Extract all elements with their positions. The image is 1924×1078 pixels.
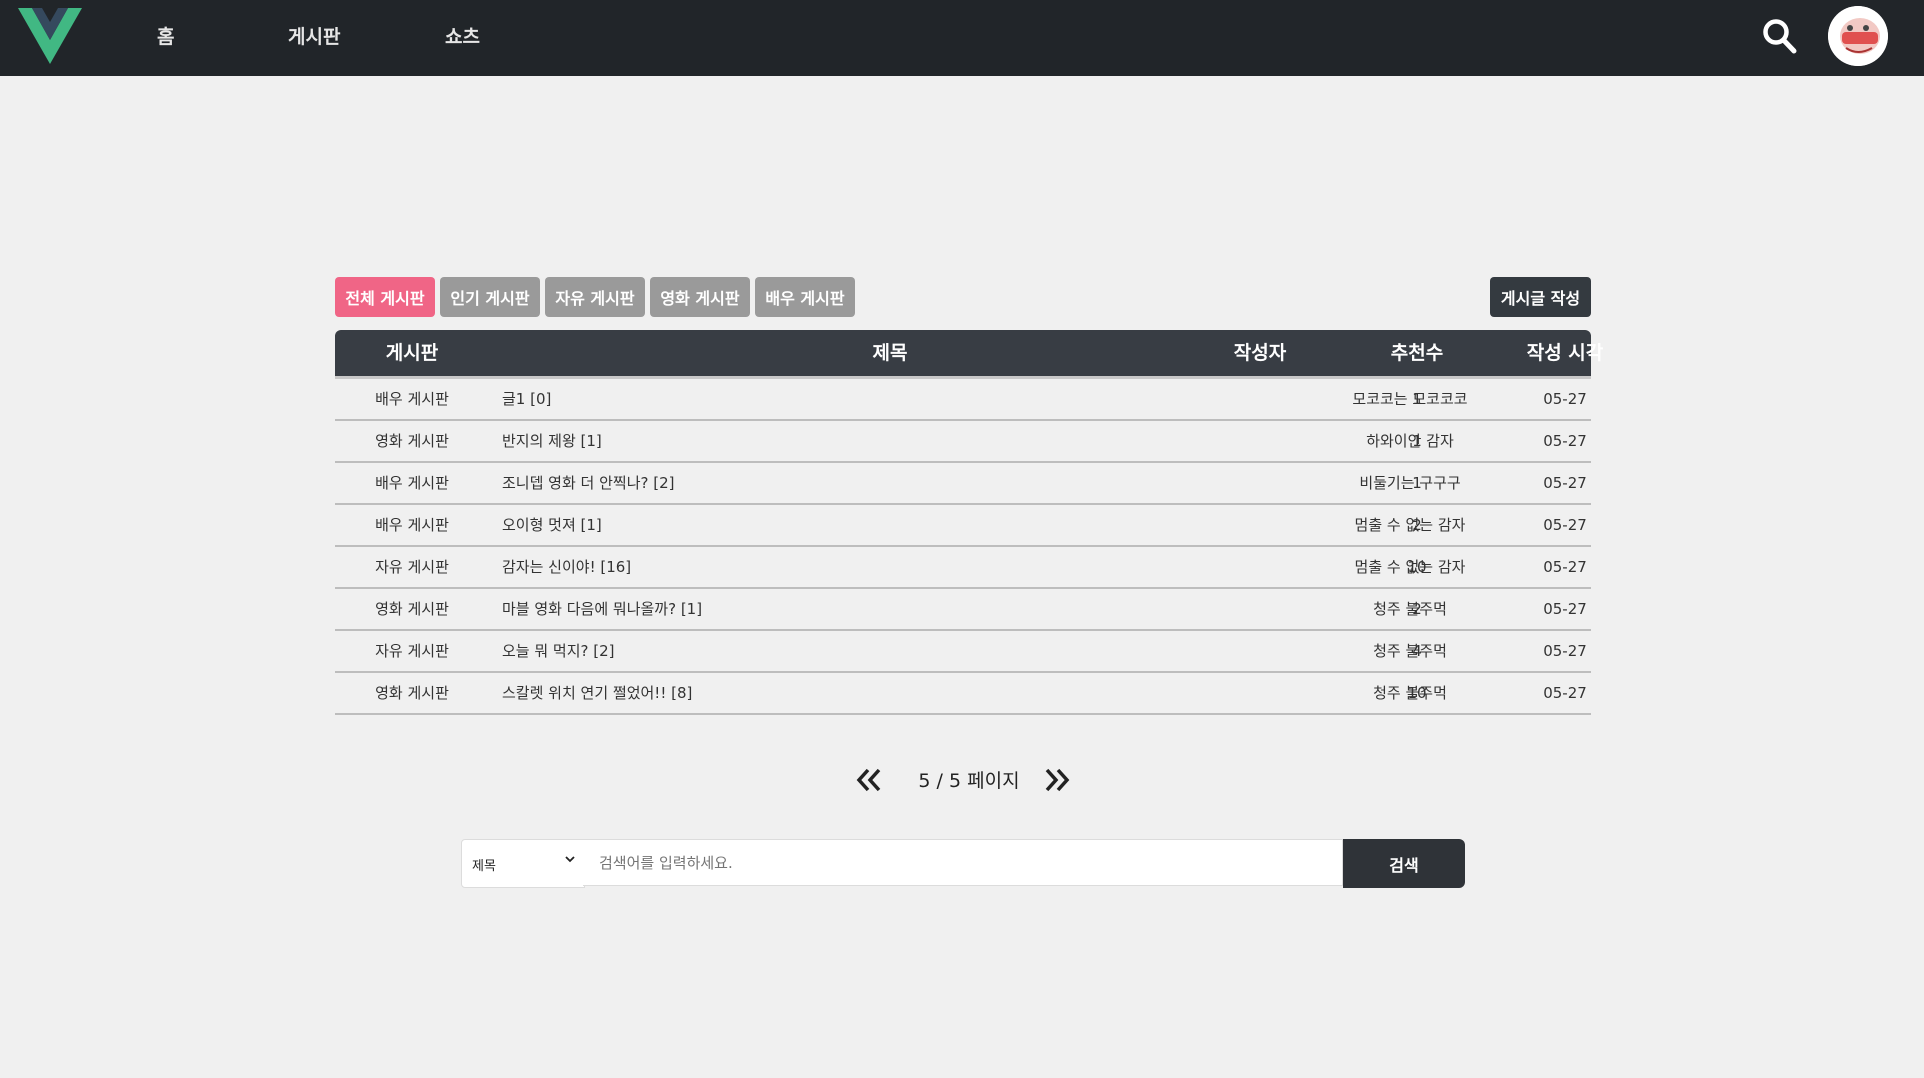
top-navbar: 홈 게시판 쇼츠 (0, 0, 1924, 76)
cell-title[interactable]: 스칼렛 위치 연기 쩔었어!! [8] (502, 673, 1102, 713)
cell-board: 배우 게시판 (375, 390, 449, 408)
cell-board: 자유 게시판 (375, 558, 449, 576)
cell-title[interactable]: 반지의 제왕 [1] (502, 421, 1102, 461)
tab-movie-board[interactable]: 영화 게시판 (650, 277, 750, 317)
table-row[interactable]: 영화 게시판 반지의 제왕 [1] 하와이안 감자 1 05-27 (335, 421, 1591, 463)
double-chevron-left-icon[interactable] (854, 766, 884, 794)
search-field-selected: 제목 (472, 859, 496, 874)
search-input[interactable] (583, 839, 1343, 886)
cell-time: 05-27 (1543, 642, 1587, 660)
cell-likes: 2 (1412, 516, 1422, 534)
cell-likes: 1 (1412, 432, 1422, 450)
cell-title[interactable]: 글1 [0] (502, 379, 1102, 419)
cell-board: 배우 게시판 (375, 516, 449, 534)
cell-board: 영화 게시판 (375, 432, 449, 450)
pagination: 5 / 5 페이지 (850, 760, 1080, 800)
table-body: 배우 게시판 글1 [0] 모코코는 모코코코 1 05-27 영화 게시판 반지의 제왕 … (335, 379, 1591, 715)
cell-likes: 2 (1412, 600, 1422, 618)
cell-time: 05-27 (1543, 390, 1587, 408)
cell-time: 05-27 (1543, 474, 1587, 492)
cell-title[interactable]: 마블 영화 다음에 뭐나올까? [1] (502, 589, 1102, 629)
tab-free-board[interactable]: 자유 게시판 (545, 277, 645, 317)
cell-title[interactable]: 오늘 뭐 먹지? [2] (502, 631, 1102, 671)
nav-board[interactable]: 게시판 (288, 22, 340, 49)
table-row[interactable]: 배우 게시판 조니뎁 영화 더 안찍나? [2] 비둘기는 구구구 1 05-27 (335, 463, 1591, 505)
nav-shorts[interactable]: 쇼츠 (445, 22, 480, 49)
cell-board: 영화 게시판 (375, 600, 449, 618)
tab-all-board[interactable]: 전체 게시판 (335, 277, 435, 317)
cell-time: 05-27 (1543, 600, 1587, 618)
cell-board: 영화 게시판 (375, 684, 449, 702)
search-icon[interactable] (1762, 18, 1798, 56)
cell-time: 05-27 (1543, 516, 1587, 534)
cell-time: 05-27 (1543, 684, 1587, 702)
cell-title[interactable]: 조니뎁 영화 더 안찍나? [2] (502, 463, 1102, 503)
post-table: 게시판 제목 작성자 추천수 작성 시각 배우 게시판 글1 [0] 모코코는 모코… (335, 330, 1603, 715)
table-header: 게시판 제목 작성자 추천수 작성 시각 (335, 330, 1603, 379)
header-title: 제목 (872, 342, 908, 364)
search-button[interactable]: 검색 (1343, 839, 1465, 888)
cell-likes: 1 (1412, 390, 1422, 408)
cell-board: 자유 게시판 (375, 642, 449, 660)
table-row[interactable]: 배우 게시판 오이형 멋져 [1] 멈출 수 없는 감자 2 05-27 (335, 505, 1591, 547)
cell-time: 05-27 (1543, 432, 1587, 450)
tab-actor-board[interactable]: 배우 게시판 (755, 277, 855, 317)
search-field-select[interactable]: 제목 (461, 839, 585, 888)
header-author: 작성자 (1233, 342, 1287, 364)
cell-likes: 4 (1412, 642, 1422, 660)
user-avatar[interactable] (1828, 6, 1888, 66)
tab-popular-board[interactable]: 인기 게시판 (440, 277, 540, 317)
cell-board: 배우 게시판 (375, 474, 449, 492)
page-indicator: 5 / 5 페이지 (918, 770, 1020, 792)
double-chevron-right-icon[interactable] (1042, 766, 1072, 794)
cell-title[interactable]: 감자는 신이야! [16] (502, 547, 1102, 587)
cell-likes: 1 (1412, 474, 1422, 492)
header-likes: 추천수 (1390, 342, 1444, 364)
vue-logo-icon[interactable] (18, 8, 82, 64)
write-post-button[interactable]: 게시글 작성 (1490, 277, 1591, 317)
table-row[interactable]: 자유 게시판 감자는 신이야! [16] 멈출 수 없는 감자 10 05-27 (335, 547, 1591, 589)
header-time: 작성 시각 (1526, 342, 1604, 364)
cell-title[interactable]: 오이형 멋져 [1] (502, 505, 1102, 545)
nav-home[interactable]: 홈 (157, 22, 174, 49)
chevron-down-icon (565, 856, 575, 863)
search-bar: 제목 검색 (461, 839, 1465, 888)
table-row[interactable]: 배우 게시판 글1 [0] 모코코는 모코코코 1 05-27 (335, 379, 1591, 421)
cell-time: 05-27 (1543, 558, 1587, 576)
table-row[interactable]: 자유 게시판 오늘 뭐 먹지? [2] 청주 불주먹 4 05-27 (335, 631, 1591, 673)
table-row[interactable]: 영화 게시판 스칼렛 위치 연기 쩔었어!! [8] 청주 불주먹 10 05-27 (335, 673, 1591, 715)
header-board: 게시판 (385, 342, 439, 364)
table-row[interactable]: 영화 게시판 마블 영화 다음에 뭐나올까? [1] 청주 불주먹 2 05-27 (335, 589, 1591, 631)
cell-likes: 10 (1407, 558, 1427, 576)
cell-likes: 10 (1407, 684, 1427, 702)
avatar-image (1828, 6, 1888, 66)
